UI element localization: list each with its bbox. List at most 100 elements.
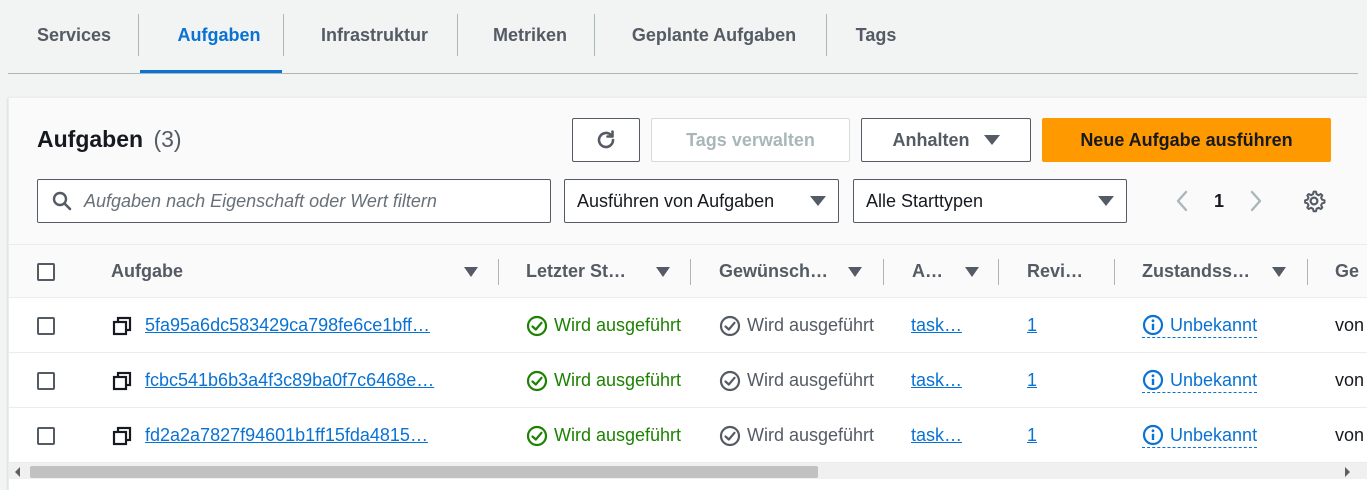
task-id-cell: 5fa95a6dc583429ca798fe6ce1bff…: [111, 298, 471, 353]
column-separator[interactable]: [998, 259, 999, 285]
column-separator[interactable]: [1114, 259, 1115, 285]
row-checkbox[interactable]: [37, 316, 55, 335]
check-circle-icon: [526, 315, 548, 336]
task-definition-cell: task…: [911, 353, 991, 408]
task-id-link[interactable]: 5fa95a6dc583429ca798fe6ce1bff…: [145, 315, 430, 336]
last-status-cell: Wird ausgeführt: [526, 298, 690, 353]
task-id-link[interactable]: fcbc541b6b3a4f3c89ba0f7c6468e…: [145, 370, 434, 391]
scroll-left-arrow-icon[interactable]: [15, 467, 20, 477]
health-status-popover[interactable]: Unbekannt: [1142, 423, 1258, 448]
health-status-text: Unbekannt: [1170, 425, 1258, 445]
copy-icon[interactable]: [111, 370, 133, 392]
health-status-popover[interactable]: Unbekannt: [1142, 313, 1258, 338]
column-separator[interactable]: [498, 259, 499, 285]
group-cell: von: [1335, 408, 1367, 463]
tab-services[interactable]: Services: [20, 14, 128, 56]
row-checkbox[interactable]: [37, 426, 55, 445]
stop-button-label: Anhalten: [892, 129, 970, 150]
task-definition-link[interactable]: task…: [911, 315, 962, 336]
chevron-left-icon[interactable]: [1174, 189, 1190, 213]
copy-icon[interactable]: [111, 315, 133, 337]
check-circle-icon: [719, 315, 741, 336]
health-status-text: Unbekannt: [1170, 315, 1258, 335]
active-tab-indicator: [140, 70, 282, 73]
revision-cell: 1: [1027, 298, 1107, 353]
task-id-link[interactable]: fd2a2a7827f94601b1ff15fda4815…: [145, 425, 428, 446]
tab-separator: [594, 14, 595, 56]
pagination: 1: [1174, 186, 1326, 216]
sort-caret-icon[interactable]: [965, 266, 979, 277]
health-status-popover[interactable]: Unbekannt: [1142, 368, 1258, 393]
row-select-cell: [37, 408, 55, 463]
status-filter-value: Ausführen von Aufgaben: [577, 190, 775, 211]
sort-caret-icon[interactable]: [1272, 266, 1286, 277]
tasks-panel: Aufgaben (3) Tags verwalten Anhalten Neu…: [8, 97, 1367, 490]
info-icon: [1142, 369, 1164, 391]
launch-type-value: Alle Starttypen: [866, 190, 984, 211]
revision-link[interactable]: 1: [1027, 370, 1037, 391]
panel-title-text: Aufgaben: [37, 126, 144, 152]
sort-caret-icon[interactable]: [464, 266, 478, 277]
column-separator[interactable]: [690, 259, 691, 285]
revision-cell: 1: [1027, 353, 1107, 408]
column-label: Revi…: [1027, 261, 1084, 281]
select-all-checkbox[interactable]: [37, 262, 55, 281]
revision-link[interactable]: 1: [1027, 425, 1037, 446]
column-header-health-status[interactable]: Zustandss…: [1142, 245, 1292, 298]
tab-separator: [457, 14, 458, 56]
desired-status-text: Wird ausgeführt: [747, 425, 875, 445]
sort-caret-icon[interactable]: [848, 266, 862, 277]
group-cell: von: [1335, 298, 1367, 353]
column-header-last-status[interactable]: Letzter St…: [526, 245, 676, 298]
row-select-cell: [37, 298, 55, 353]
column-header-desired-status[interactable]: Gewünsch…: [719, 245, 869, 298]
sort-caret-icon[interactable]: [656, 266, 670, 277]
status-filter-select[interactable]: Ausführen von Aufgaben: [564, 179, 839, 223]
tab-tags[interactable]: Tags: [834, 14, 918, 56]
column-header-definition[interactable]: A…: [912, 245, 984, 298]
search-input[interactable]: Aufgaben nach Eigenschaft oder Wert filt…: [37, 179, 551, 223]
tab-infrastruktur[interactable]: Infrastruktur: [292, 14, 457, 56]
table-row: fcbc541b6b3a4f3c89ba0f7c6468e… Wird ausg…: [9, 353, 1367, 408]
chevron-right-icon[interactable]: [1248, 189, 1264, 213]
column-separator[interactable]: [1307, 259, 1308, 285]
last-status-text: Wird ausgeführt: [554, 370, 682, 390]
launch-type-select[interactable]: Alle Starttypen: [853, 179, 1127, 223]
scrollbar-thumb[interactable]: [30, 466, 818, 478]
desired-status-text: Wird ausgeführt: [747, 315, 875, 335]
caret-down-icon: [983, 135, 1000, 145]
tab-metriken[interactable]: Metriken: [465, 14, 595, 56]
info-icon: [1142, 314, 1164, 336]
column-header-group[interactable]: Ge: [1335, 245, 1367, 298]
health-status-text: Unbekannt: [1170, 370, 1258, 390]
page-number[interactable]: 1: [1214, 191, 1224, 212]
horizontal-scrollbar[interactable]: [9, 463, 1367, 479]
task-definition-link[interactable]: task…: [911, 370, 962, 391]
column-label: Zustandss…: [1142, 261, 1251, 281]
desired-status-cell: Wird ausgeführt: [719, 353, 886, 408]
refresh-button[interactable]: [572, 118, 640, 162]
table-header: Aufgabe Letzter St… Gewünsch… A… Revi… Z…: [9, 245, 1367, 298]
stop-button[interactable]: Anhalten: [861, 118, 1031, 162]
task-definition-cell: task…: [911, 298, 991, 353]
copy-icon[interactable]: [111, 425, 133, 447]
run-new-task-button[interactable]: Neue Aufgabe ausführen: [1042, 118, 1331, 162]
row-select-cell: [37, 353, 55, 408]
column-label: A…: [912, 261, 943, 281]
revision-link[interactable]: 1: [1027, 315, 1037, 336]
tab-geplante-aufgaben[interactable]: Geplante Aufgaben: [602, 14, 826, 56]
row-checkbox[interactable]: [37, 371, 55, 390]
health-status-cell: Unbekannt: [1142, 353, 1302, 408]
column-header-task[interactable]: Aufgabe: [111, 245, 481, 298]
caret-down-icon: [810, 196, 826, 206]
manage-tags-button[interactable]: Tags verwalten: [651, 118, 850, 162]
task-definition-link[interactable]: task…: [911, 425, 962, 446]
column-header-revision[interactable]: Revi…: [1027, 245, 1107, 298]
column-label: Gewünsch…: [719, 261, 829, 281]
column-separator[interactable]: [883, 259, 884, 285]
scroll-right-arrow-icon[interactable]: [1345, 467, 1350, 477]
desired-status-cell: Wird ausgeführt: [719, 408, 886, 463]
tab-aufgaben[interactable]: Aufgaben: [148, 14, 290, 56]
select-all-cell: [37, 245, 55, 298]
settings-gear-icon[interactable]: [1302, 189, 1326, 213]
